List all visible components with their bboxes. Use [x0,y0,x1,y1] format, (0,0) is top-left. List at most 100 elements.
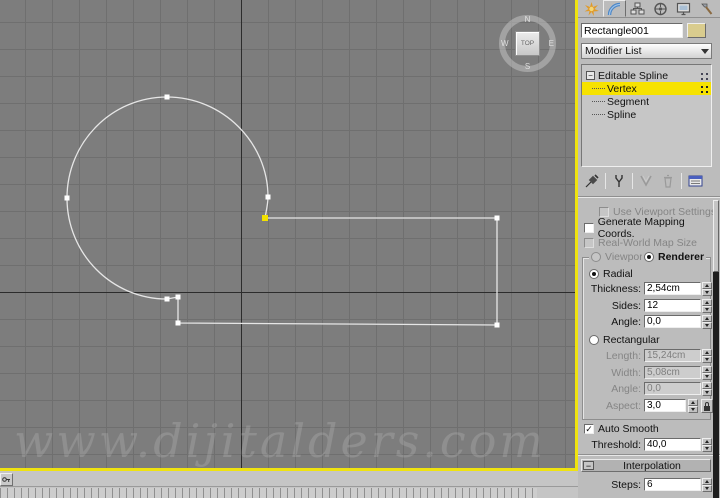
angle-spinner[interactable] [702,315,712,329]
tab-utilities[interactable] [695,0,718,17]
vertex-handle[interactable] [164,94,170,100]
vertex-handles[interactable] [64,94,500,328]
spin-down-icon[interactable] [702,389,712,396]
configure-modifier-sets-button[interactable] [684,172,706,190]
open-mini-curve-editor-button[interactable] [0,473,13,486]
aspect-field[interactable] [644,399,686,412]
width-field[interactable] [644,366,701,379]
collapse-icon[interactable]: − [583,461,594,470]
spin-up-icon[interactable] [702,282,712,289]
spin-up-icon[interactable] [702,299,712,306]
spin-up-icon[interactable] [702,438,712,445]
vertex-handle[interactable] [164,296,170,302]
spin-down-icon[interactable] [688,406,698,413]
monitor-icon [676,2,691,15]
top-viewport[interactable]: N E S W TOP [0,0,575,468]
angle2-field[interactable] [644,382,701,395]
spin-up-icon[interactable] [702,349,712,356]
threshold-spinner[interactable] [702,438,712,452]
threshold-field[interactable] [644,438,701,451]
angle-field[interactable] [644,315,701,328]
subobject-dots-icon [701,73,703,75]
stack-item-segment[interactable]: Segment [582,95,711,108]
command-panel: Modifier List − Editable Spline Vertex S… [578,0,720,498]
vertex-handle[interactable] [175,294,181,300]
tree-branch [592,101,605,102]
modifier-list-dropdown[interactable]: Modifier List [581,43,712,59]
vertex-handle[interactable] [265,194,271,200]
viewcube[interactable]: N E S W TOP [499,15,556,72]
sunburst-icon [584,1,599,16]
spin-up-icon[interactable] [702,382,712,389]
spin-up-icon[interactable] [702,478,712,485]
tab-modify[interactable] [603,0,626,17]
stack-item-editable-spline[interactable]: − Editable Spline [582,69,711,82]
renderer-radio[interactable] [644,251,654,262]
spline-curve[interactable] [66,96,498,326]
angle2-label: Angle: [611,383,641,395]
aspect-lock-button[interactable] [701,399,713,413]
generate-mapping-coords-checkbox[interactable] [584,222,594,233]
compass-north: N [524,15,531,24]
vertex-handle[interactable] [175,320,181,326]
editable-spline-shape[interactable] [0,0,575,468]
width-spinner[interactable] [702,366,712,380]
tab-display[interactable] [672,0,695,17]
spin-down-icon[interactable] [702,373,712,380]
spin-down-icon[interactable] [702,322,712,329]
auto-smooth-checkbox[interactable]: ✓ [584,423,594,434]
collapse-icon[interactable]: − [586,71,595,80]
steps-field[interactable] [644,478,701,491]
spin-down-icon[interactable] [702,289,712,296]
viewport-radio[interactable] [591,251,601,262]
track-bar[interactable] [0,471,578,498]
spin-up-icon[interactable] [702,366,712,373]
sides-spinner[interactable] [702,299,712,313]
thickness-field[interactable] [644,282,701,295]
object-name-field[interactable] [581,23,683,38]
panel-scrollbar-thumb[interactable] [713,200,719,272]
tab-hierarchy[interactable] [626,0,649,17]
viewcube-top-face[interactable]: TOP [515,31,540,56]
time-slider-strip[interactable] [0,471,578,487]
spin-down-icon[interactable] [702,445,712,452]
tab-create[interactable] [580,0,603,17]
auto-smooth-label: Auto Smooth [598,422,659,435]
stack-item-vertex[interactable]: Vertex [582,82,711,95]
stack-item-spline[interactable]: Spline [582,108,711,121]
sides-row: Sides: [578,299,714,314]
vertex-handle[interactable] [64,195,70,201]
show-end-result-button[interactable] [608,172,630,190]
spin-up-icon[interactable] [702,315,712,322]
steps-spinner[interactable] [702,478,712,492]
modifier-stack: − Editable Spline Vertex Segment Spline [581,64,712,167]
make-unique-button[interactable] [635,172,657,190]
rectangular-radio[interactable] [589,334,599,345]
vertex-handle[interactable] [494,215,500,221]
selected-vertex-handle[interactable] [262,215,268,221]
panel-scrollbar[interactable] [713,200,719,498]
auto-smooth-row: ✓ Auto Smooth [584,422,659,435]
interpolation-rollout-header[interactable]: − Interpolation [581,459,711,472]
radial-radio-row: Radial [589,267,633,280]
object-color-swatch[interactable] [687,23,706,38]
spin-down-icon[interactable] [702,306,712,313]
radial-radio[interactable] [589,268,599,279]
remove-modifier-button[interactable] [657,172,679,190]
stack-item-label: Editable Spline [598,69,669,82]
spin-down-icon[interactable] [702,356,712,363]
pin-stack-button[interactable] [581,172,603,190]
length-spinner[interactable] [702,349,712,363]
aspect-spinner[interactable] [688,399,698,413]
spin-down-icon[interactable] [702,485,712,492]
length-field[interactable] [644,349,701,362]
spin-up-icon[interactable] [688,399,698,406]
tab-motion[interactable] [649,0,672,17]
tree-branch [592,114,605,115]
sides-field[interactable] [644,299,701,312]
timeline-ruler[interactable] [0,488,537,498]
real-world-map-size-checkbox[interactable] [584,237,594,248]
angle2-spinner[interactable] [702,382,712,396]
thickness-spinner[interactable] [702,282,712,296]
vertex-handle[interactable] [494,322,500,328]
